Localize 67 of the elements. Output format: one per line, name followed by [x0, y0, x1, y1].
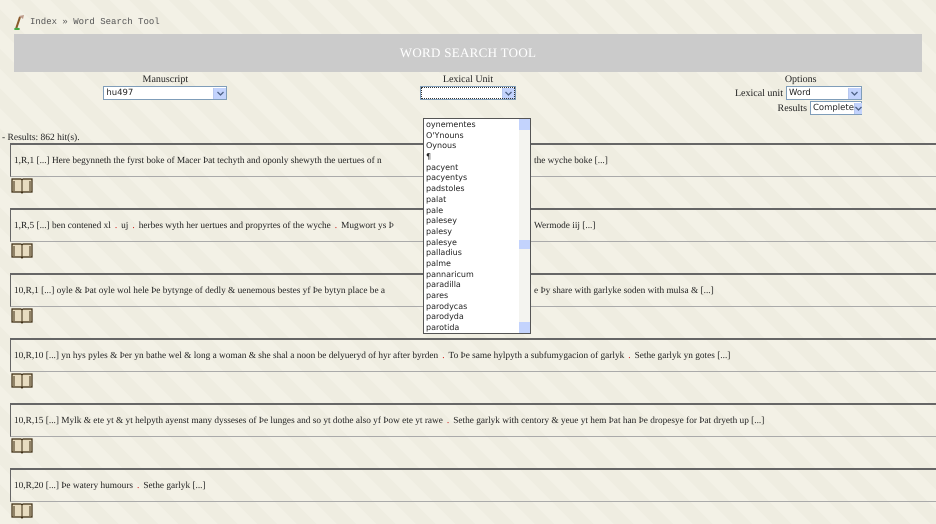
- dropdown-list[interactable]: oynementes O'Ynouns Oynous ¶ pacyent pacyentys padstoles palat pale palesey palesy palesye palladius palme pannaricum paradilla pares parodycas parodyda parotida: [423, 118, 531, 334]
- dropdown-option[interactable]: pale: [424, 206, 519, 216]
- sentence-stop: .: [334, 220, 338, 230]
- result-text: Sethe garlyk yn gotes [...]: [634, 350, 732, 360]
- dropdown-option[interactable]: parodyda: [424, 312, 519, 324]
- option-select[interactable]: Word: [786, 86, 862, 100]
- caret-icon: [216, 90, 224, 96]
- caret-icon: [854, 106, 862, 110]
- field-label: Lexical Unit: [442, 74, 494, 85]
- book-icon[interactable]: [11, 177, 33, 194]
- dropdown-option[interactable]: palesye: [424, 238, 519, 248]
- dropdown-option[interactable]: O'Ynouns: [424, 130, 519, 142]
- dropdown-option[interactable]: palesey: [424, 216, 519, 227]
- dropdown-option[interactable]: palladius: [424, 248, 519, 259]
- sentence-stop: .: [131, 220, 136, 230]
- dropdown-option[interactable]: palat: [424, 194, 519, 206]
- dropdown-option[interactable]: palme: [424, 258, 519, 270]
- sentence-stop: .: [114, 220, 118, 230]
- sentence-stop: .: [446, 416, 450, 426]
- options-heading: Options: [784, 74, 816, 85]
- dropdown-option[interactable]: pannaricum: [424, 270, 519, 280]
- dropdown-option[interactable]: parodycas: [424, 302, 519, 312]
- field-label: Manuscript: [142, 74, 188, 85]
- result-text: uj: [120, 220, 130, 230]
- result-text: 10,R,1 [...] oyle & Þat oyle wol hele Þe bytynge of dedly & uenemous bestes yf Þe bytyn place be a: [13, 286, 386, 296]
- breadcrumb: Index » Word Search Tool: [30, 17, 160, 29]
- dropdown-option[interactable]: padstoles: [424, 184, 519, 195]
- scrollbar[interactable]: [519, 119, 530, 333]
- dropdown-option[interactable]: parotida: [424, 323, 519, 333]
- result-text: the wyche boke [...]: [533, 156, 609, 166]
- sentence-stop: .: [136, 480, 140, 490]
- result-text: To Þe same hylpyth a subfumygacion of garlyk: [448, 350, 626, 360]
- result-text: 10,R,10 [...] yn hys pyles & Þer yn bathe wel & long a woman & she shal a noon be delyueryd of hyr after byrden: [13, 350, 440, 360]
- lexical-unit-select[interactable]: [420, 86, 516, 100]
- book-icon[interactable]: [11, 437, 33, 454]
- result-text: Mugwort ys Þ: [340, 220, 395, 230]
- book-icon[interactable]: [11, 307, 33, 324]
- pen-icon[interactable]: [14, 14, 26, 30]
- book-icon[interactable]: [11, 372, 33, 389]
- result-text: e Þy share with garlyke soden with mulsa & [...]: [533, 286, 715, 296]
- option-select[interactable]: Complete: [810, 101, 862, 115]
- dropdown-option[interactable]: palesy: [424, 226, 519, 238]
- caret-icon: [851, 90, 858, 96]
- caret-icon: [505, 90, 512, 96]
- dropdown-option[interactable]: pacyent: [424, 162, 519, 174]
- dropdown-option[interactable]: oynementes: [424, 120, 519, 131]
- manuscript-select[interactable]: hu497: [103, 86, 228, 100]
- result-text: 10,R,20 [...] Þe watery humours: [13, 480, 134, 490]
- dropdown-option[interactable]: Oynous: [424, 141, 519, 152]
- results-count: - Results: 862 hit(s).: [1, 132, 80, 143]
- book-icon[interactable]: [11, 242, 33, 259]
- result-text: 1,R,5 [...] ben contened xl: [13, 220, 112, 230]
- result-text: Wermode iij [...]: [533, 220, 596, 230]
- sentence-stop: .: [627, 350, 632, 360]
- book-icon[interactable]: [11, 502, 33, 519]
- option-label: Lexical unit: [734, 88, 783, 98]
- sentence-stop: .: [441, 350, 446, 360]
- dropdown-option[interactable]: ¶: [424, 152, 519, 163]
- result-text: herbes wyth her uertues and propyrtes of the wyche: [138, 220, 332, 230]
- result-text: Sethe garlyk with centory & yeue yt hem Þat han Þe dropesye for Þat dryeth up [...]: [452, 416, 766, 426]
- dropdown-option[interactable]: pacyentys: [424, 173, 519, 184]
- dropdown-option[interactable]: pares: [424, 291, 519, 302]
- result-text: Sethe garlyk [...]: [142, 480, 207, 490]
- option-label: Results: [778, 102, 807, 114]
- result-text: 10,R,15 [...] Mylk & ete yt & yt helpyth ayenst many dysseses of Þe lunges and so yt dothe also yf Þow ete yt rawe: [13, 416, 444, 426]
- result-text: 1,R,1 [...] Here begynneth the fyrst boke of Macer Þat techyth and oponly shewyth the uertues of n: [13, 156, 383, 166]
- dropdown-option[interactable]: paradilla: [424, 280, 519, 291]
